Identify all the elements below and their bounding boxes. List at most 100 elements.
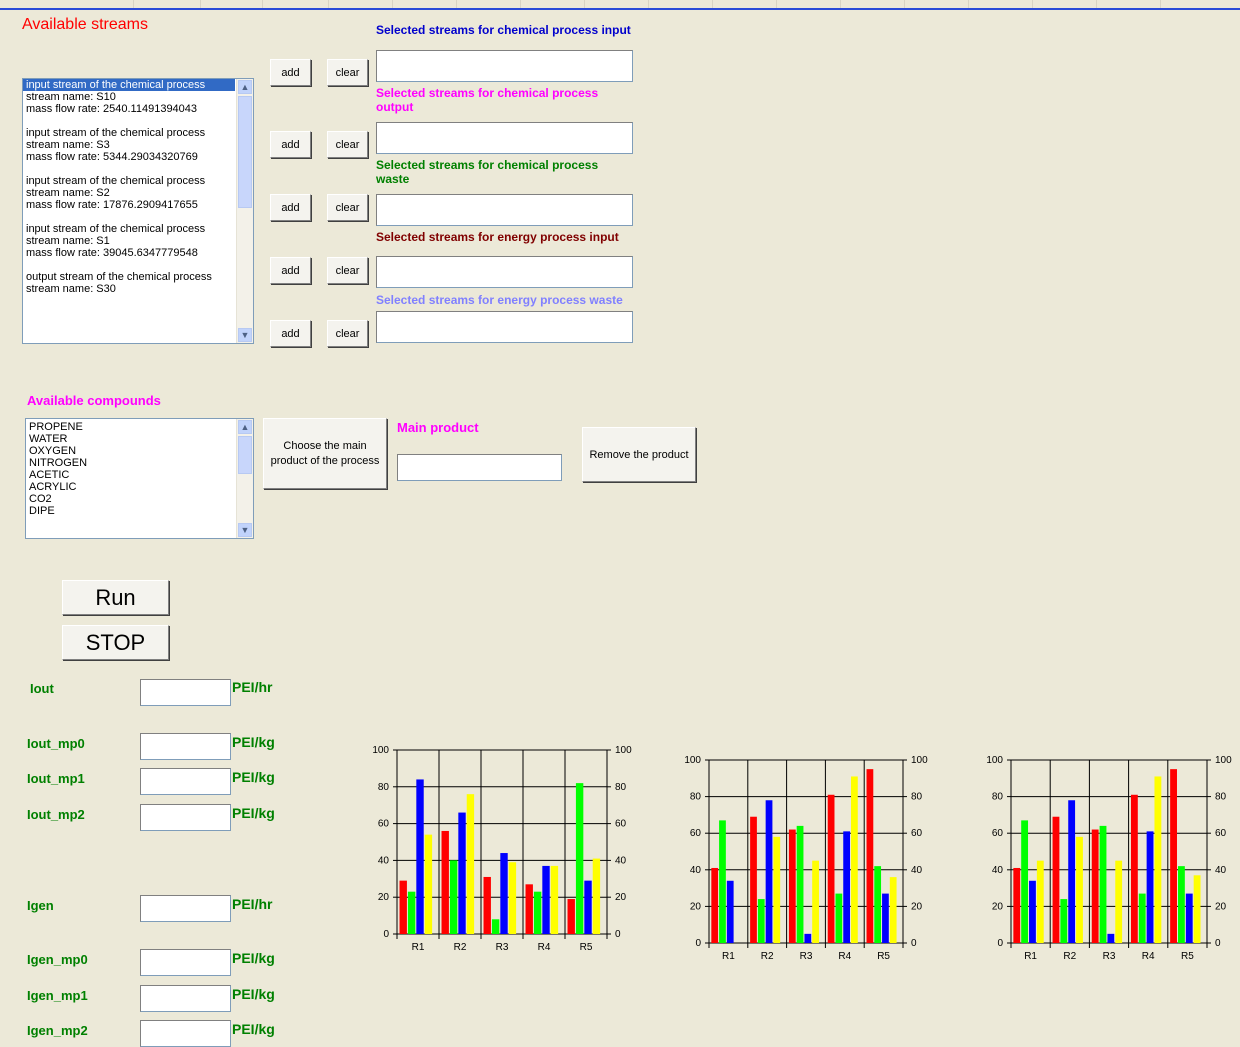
add-energy-input-button[interactable]: add <box>270 257 311 284</box>
bar <box>866 769 874 943</box>
clear-energy-waste-button[interactable]: clear <box>327 320 368 347</box>
scroll-thumb[interactable] <box>238 436 252 474</box>
scroll-down-icon[interactable]: ▼ <box>238 328 252 342</box>
bar <box>773 836 781 943</box>
compounds-listbox[interactable]: PROPENE WATER OXYGEN NITROGEN ACETIC ACR… <box>25 418 254 539</box>
y-tick-label-left: 40 <box>992 865 1004 876</box>
list-item[interactable]: OXYGEN <box>26 445 253 457</box>
list-item[interactable]: ACRYLIC <box>26 481 253 493</box>
scroll-down-icon[interactable]: ▼ <box>238 523 252 537</box>
remove-product-button[interactable]: Remove the product <box>582 427 696 482</box>
list-item[interactable]: mass flow rate: 39045.6347779548 <box>23 247 253 259</box>
list-item[interactable]: mass flow rate: 5344.29034320769 <box>23 151 253 163</box>
igen-mp0-field[interactable] <box>140 949 231 976</box>
scroll-thumb[interactable] <box>238 96 252 208</box>
iout-mp1-field[interactable] <box>140 768 231 795</box>
clear-waste-button[interactable]: clear <box>327 194 368 221</box>
bar <box>1091 829 1099 943</box>
energy-input-box[interactable] <box>376 256 633 288</box>
grid-rule <box>520 0 521 8</box>
y-tick-label-right: 100 <box>911 755 928 766</box>
list-item[interactable]: input stream of the chemical process <box>23 223 253 235</box>
stop-button[interactable]: STOP <box>62 625 169 660</box>
index-label-iout-mp1: Iout_mp1 <box>27 771 85 786</box>
list-item[interactable] <box>23 259 253 271</box>
y-tick-label-left: 60 <box>992 828 1004 839</box>
add-waste-button[interactable]: add <box>270 194 311 221</box>
y-tick-label-left: 60 <box>690 828 702 839</box>
compounds-scrollbar[interactable]: ▲ ▼ <box>236 419 253 538</box>
bar <box>750 816 757 943</box>
add-energy-waste-button[interactable]: add <box>270 320 311 347</box>
y-tick-label-left: 0 <box>997 938 1003 949</box>
igen-field[interactable] <box>140 895 231 922</box>
bar <box>1099 825 1107 943</box>
list-item[interactable]: stream name: S1 <box>23 235 253 247</box>
index-label-igen-mp1: Igen_mp1 <box>27 988 88 1003</box>
list-item[interactable]: input stream of the chemical process <box>23 127 253 139</box>
clear-energy-input-button[interactable]: clear <box>327 257 368 284</box>
clear-input-button[interactable]: clear <box>327 59 368 86</box>
bar <box>399 880 407 934</box>
plot-area <box>708 759 904 944</box>
list-item[interactable]: PROPENE <box>26 421 253 433</box>
list-item[interactable]: DIPE <box>26 505 253 517</box>
selected-input-box[interactable] <box>376 50 633 82</box>
list-item[interactable]: output stream of the chemical process <box>23 271 253 283</box>
streams-listbox[interactable]: input stream of the chemical process str… <box>22 78 254 344</box>
x-tick-label: R3 <box>1103 951 1116 962</box>
grid-rule <box>328 0 329 8</box>
grid-rule <box>648 0 649 8</box>
bar <box>533 891 542 934</box>
main-product-field[interactable] <box>397 454 562 481</box>
list-item[interactable]: stream name: S30 <box>23 283 253 295</box>
list-item[interactable]: stream name: S10 <box>23 91 253 103</box>
bar <box>719 820 726 943</box>
igen-mp1-field[interactable] <box>140 985 231 1012</box>
iout-mp2-field[interactable] <box>140 804 231 831</box>
grid-rule <box>584 0 585 8</box>
top-border <box>0 8 1240 10</box>
list-item[interactable]: ACETIC <box>26 469 253 481</box>
list-item[interactable]: NITROGEN <box>26 457 253 469</box>
list-item[interactable]: stream name: S2 <box>23 187 253 199</box>
bar <box>491 919 500 934</box>
list-item[interactable]: input stream of the chemical process <box>23 175 253 187</box>
iout-mp0-field[interactable] <box>140 733 231 760</box>
list-item[interactable]: CO2 <box>26 493 253 505</box>
list-item[interactable]: input stream of the chemical process <box>23 79 235 91</box>
energy-waste-box[interactable] <box>376 311 633 343</box>
x-tick-label: R1 <box>412 942 425 953</box>
grid-rule <box>712 0 713 8</box>
bar <box>500 853 508 934</box>
add-input-button[interactable]: add <box>270 59 311 86</box>
list-item[interactable] <box>23 115 253 127</box>
list-item[interactable] <box>23 163 253 175</box>
scroll-up-icon[interactable]: ▲ <box>238 80 252 94</box>
streams-scrollbar[interactable]: ▲ ▼ <box>236 79 253 343</box>
add-output-button[interactable]: add <box>270 131 311 158</box>
list-item[interactable]: mass flow rate: 17876.2909417655 <box>23 199 253 211</box>
igen-mp2-field[interactable] <box>140 1020 231 1047</box>
choose-main-product-button[interactable]: Choose the main product of the process <box>263 418 387 489</box>
list-item[interactable] <box>23 211 253 223</box>
list-item[interactable]: WATER <box>26 433 253 445</box>
run-button[interactable]: Run <box>62 580 169 615</box>
y-tick-label-left: 40 <box>378 855 390 866</box>
selected-output-box[interactable] <box>376 122 633 154</box>
y-tick-label-right: 40 <box>615 855 627 866</box>
grid-rule <box>133 0 134 8</box>
selected-waste-box[interactable] <box>376 194 633 226</box>
x-tick-label: R1 <box>722 951 735 962</box>
bar <box>796 825 804 943</box>
iout-field[interactable] <box>140 679 231 706</box>
y-tick-label-right: 100 <box>1215 755 1232 766</box>
y-tick-label-left: 60 <box>378 819 390 830</box>
y-tick-label-right: 60 <box>1215 828 1227 839</box>
list-item[interactable]: stream name: S3 <box>23 139 253 151</box>
list-item[interactable]: mass flow rate: 2540.11491394043 <box>23 103 253 115</box>
x-tick-label: R3 <box>800 951 813 962</box>
clear-output-button[interactable]: clear <box>327 131 368 158</box>
scroll-up-icon[interactable]: ▲ <box>238 420 252 434</box>
y-tick-label-left: 100 <box>986 755 1003 766</box>
